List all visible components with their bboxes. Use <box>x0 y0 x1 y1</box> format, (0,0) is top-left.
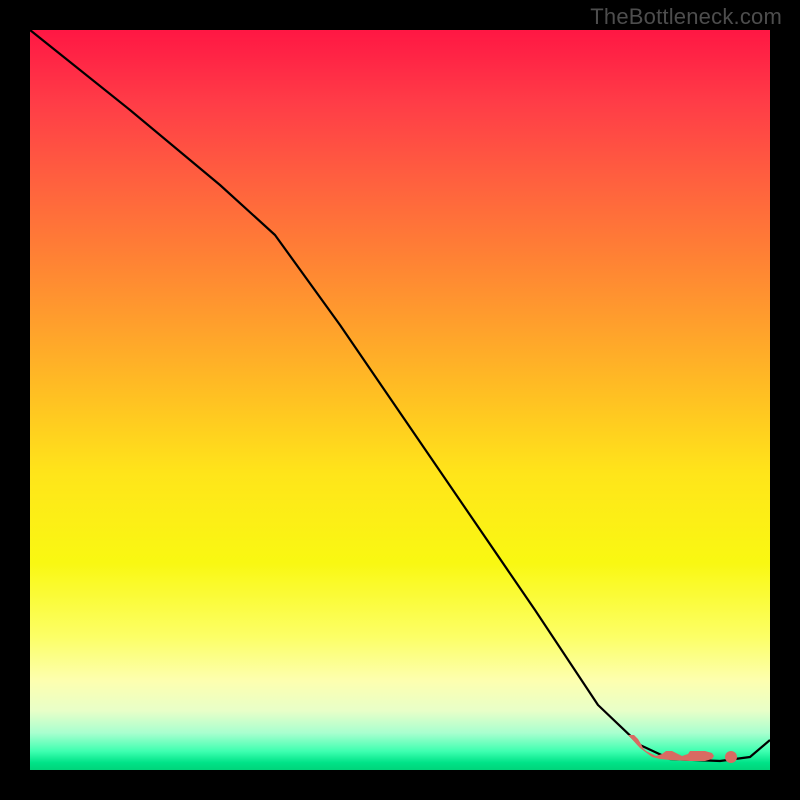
watermark-text: TheBottleneck.com <box>590 4 782 30</box>
chart-plot-area <box>30 30 770 770</box>
chart-frame: TheBottleneck.com <box>0 0 800 800</box>
